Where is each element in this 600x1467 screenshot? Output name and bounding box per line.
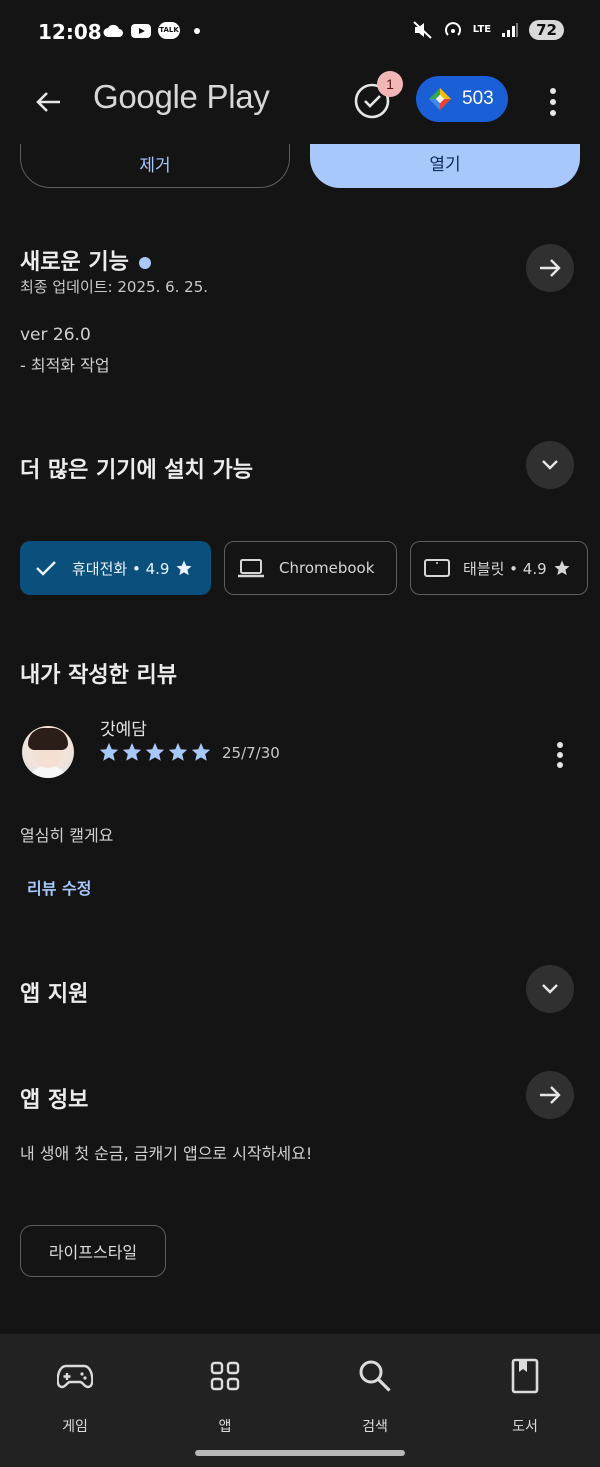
device-chip-chromebook[interactable]: Chromebook <box>224 541 397 595</box>
app-support-title: 앱 지원 <box>20 982 89 1007</box>
apps-grid-icon <box>210 1361 240 1391</box>
whats-new-title: 새로운 기능 <box>20 250 129 275</box>
app-support-expand-button[interactable] <box>526 965 574 1013</box>
review-date: 25/7/30 <box>222 744 280 762</box>
gamepad-icon <box>57 1364 93 1389</box>
hotspot-icon <box>444 22 461 36</box>
nav-apps[interactable]: 앱 <box>175 1354 275 1436</box>
avatar <box>22 726 74 778</box>
version-text: ver 26.0 <box>20 325 91 345</box>
lte-icon: LTE <box>472 24 492 35</box>
star-icon <box>99 742 119 761</box>
device-chip-tablet[interactable]: 태블릿 • 4.9 <box>410 541 588 595</box>
search-icon <box>359 1360 391 1392</box>
my-review-title: 내가 작성한 리뷰 <box>20 663 177 688</box>
star-icon <box>176 560 192 576</box>
battery-indicator: 72 <box>529 20 564 40</box>
arrow-right-icon <box>540 1086 561 1104</box>
uninstall-button[interactable]: 제거 <box>20 144 290 188</box>
chevron-down-icon <box>542 460 558 470</box>
arrow-right-icon <box>540 259 561 277</box>
star-icon <box>191 742 211 761</box>
nav-apps-label: 앱 <box>218 1419 232 1435</box>
nav-games-label: 게임 <box>62 1419 88 1435</box>
device-chip-phone[interactable]: 휴대전화 • 4.9 <box>20 541 211 595</box>
devices-expand-button[interactable] <box>526 441 574 489</box>
system-icons: LTE 72 <box>413 20 564 40</box>
star-icon <box>145 742 165 761</box>
gesture-home-bar[interactable] <box>195 1450 405 1456</box>
bottom-navigation: 게임 앱 검색 도서 <box>0 1334 600 1467</box>
laptop-icon <box>238 559 264 578</box>
cloud-icon <box>103 24 123 37</box>
app-info-title: 앱 정보 <box>20 1088 89 1113</box>
app-title: Google Play <box>93 78 270 115</box>
last-updated: 최종 업데이트: 2025. 6. 25. <box>20 278 209 296</box>
status-bar: 12:08 TALK LTE 72 <box>0 0 600 64</box>
whats-new-arrow-button[interactable] <box>526 244 574 292</box>
rating-stars <box>98 741 212 763</box>
more-vert-icon <box>550 88 556 94</box>
play-points-button[interactable]: 503 <box>416 76 508 122</box>
open-button[interactable]: 열기 <box>310 144 580 188</box>
signal-icon <box>502 23 519 37</box>
reviewer-name: 갓예담 <box>100 720 147 740</box>
star-icon <box>168 742 188 761</box>
app-details-content[interactable]: 제거 열기 새로운 기능 최종 업데이트: 2025. 6. 25. ver 2… <box>0 144 600 1334</box>
play-points-diamond-icon <box>429 88 451 110</box>
nav-search-label: 검색 <box>362 1419 388 1435</box>
star-icon <box>122 742 142 761</box>
youtube-icon <box>131 23 151 38</box>
check-icon <box>36 561 56 576</box>
notification-badge: 1 <box>377 71 403 97</box>
arrow-left-icon <box>36 92 60 112</box>
nav-books[interactable]: 도서 <box>475 1354 575 1436</box>
review-text: 열심히 캘게요 <box>20 826 114 845</box>
whats-new-header[interactable]: 새로운 기능 <box>20 244 151 276</box>
mute-icon <box>413 21 432 39</box>
points-value: 503 <box>462 88 494 109</box>
category-tag-button[interactable]: 라이프스타일 <box>20 1225 166 1277</box>
new-indicator-dot <box>138 257 151 269</box>
nav-books-label: 도서 <box>512 1419 538 1435</box>
edit-review-link[interactable]: 리뷰 수정 <box>27 875 91 899</box>
star-icon <box>554 560 570 576</box>
app-bar: Google Play 503 <box>0 64 600 144</box>
more-vert-icon <box>557 742 563 748</box>
app-info-arrow-button[interactable] <box>526 1071 574 1119</box>
overflow-menu-button[interactable] <box>536 80 570 124</box>
notification-icons: TALK <box>102 22 200 39</box>
back-button[interactable] <box>26 80 70 124</box>
nav-search[interactable]: 검색 <box>325 1354 425 1436</box>
device-chip-chromebook-label: Chromebook <box>279 559 375 577</box>
tablet-icon <box>424 559 450 577</box>
book-icon <box>511 1358 539 1394</box>
status-time: 12:08 <box>38 20 102 44</box>
more-notifications-dot-icon <box>194 27 200 34</box>
app-description: 내 생애 첫 순금, 금캐기 앱으로 시작하세요! <box>20 1144 313 1163</box>
chevron-down-icon <box>542 984 558 994</box>
devices-title: 더 많은 기기에 설치 가능 <box>20 458 254 483</box>
nav-games[interactable]: 게임 <box>25 1354 125 1436</box>
update-note: - 최적화 작업 <box>20 356 110 375</box>
review-overflow-button[interactable] <box>548 738 572 772</box>
kakaotalk-icon: TALK <box>158 22 180 39</box>
device-chip-tablet-label: 태블릿 • 4.9 <box>463 559 547 578</box>
device-chip-phone-label: 휴대전화 • 4.9 <box>72 559 170 578</box>
